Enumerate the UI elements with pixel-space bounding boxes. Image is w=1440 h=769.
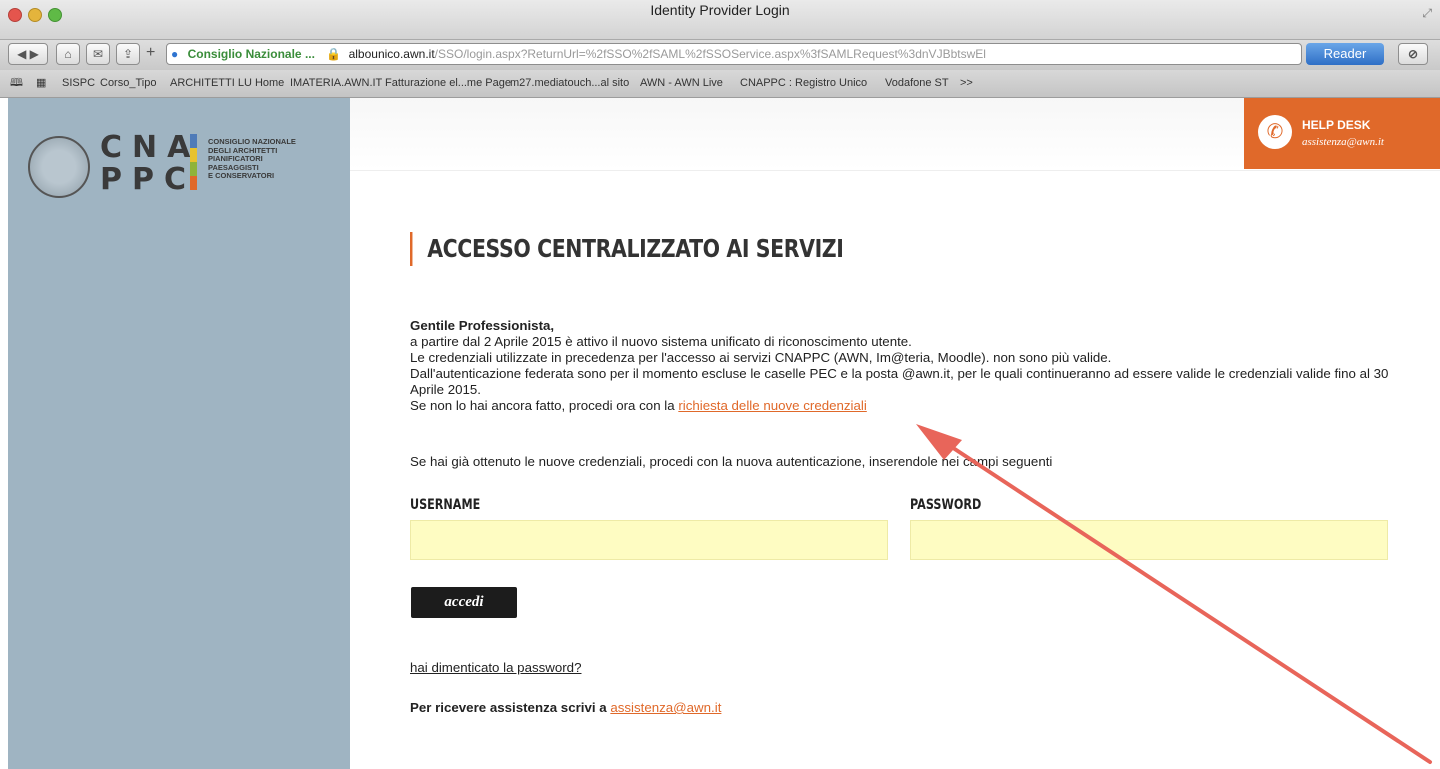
logo-color-bar (190, 162, 197, 176)
logo-letters-top: CNA (100, 130, 201, 165)
intro-text: Gentile Professionista, a partire dal 2 … (410, 318, 1420, 414)
address-bar[interactable]: ● Consiglio Nazionale ... 🔒 albounico.aw… (166, 43, 1302, 65)
window-titlebar: Identity Provider Login ⤢ (0, 0, 1440, 40)
bookmark-item[interactable]: Fatturazione el...me Page (385, 70, 511, 96)
bookmark-item[interactable]: CNAPPC : Registro Unico (740, 70, 867, 96)
bookmark-item[interactable]: IMATERIA.AWN.IT (290, 70, 382, 96)
address-host: albounico.awn.it (348, 47, 435, 61)
helpdesk-box[interactable]: ✆ HELP DESK assistenza@awn.it (1244, 98, 1440, 169)
address-path: /SSO/login.aspx?ReturnUrl=%2fSSO%2fSAML%… (434, 47, 986, 61)
logo-subtitle-line: E CONSERVATORI (208, 171, 275, 180)
reading-list-icon[interactable]: 🕮 (10, 70, 23, 96)
password-input[interactable] (910, 520, 1388, 560)
bookmark-item[interactable]: ARCHITETTI LU Home (170, 70, 284, 96)
bookmark-item[interactable]: Corso_Tipo (100, 70, 156, 96)
bookmarks-bar: 🕮 ▦ SISPC Corso_Tipo ARCHITETTI LU Home … (0, 70, 1440, 98)
italian-emblem-logo (28, 136, 90, 198)
assistance-prefix: Per ricevere assistenza scrivi a (410, 700, 611, 715)
phone-icon: ✆ (1258, 115, 1292, 149)
share-icon[interactable]: ⇪ (116, 43, 140, 65)
bookmarks-overflow[interactable]: >> (960, 70, 973, 96)
username-input[interactable] (410, 520, 888, 560)
greeting: Gentile Professionista, (410, 318, 555, 333)
bookmark-item[interactable]: AWN - AWN Live (640, 70, 723, 96)
logo-color-bar (190, 148, 197, 162)
assistance-text: Per ricevere assistenza scrivi a assiste… (410, 700, 721, 715)
home-icon[interactable]: ⌂ (56, 43, 80, 65)
logo-color-bar (190, 134, 197, 148)
password-label: PASSWORD (910, 497, 982, 513)
window-title: Identity Provider Login (650, 2, 790, 18)
intro-paragraph: Le credenziali utilizzate in precedenza … (410, 350, 1112, 365)
address-org: Consiglio Nazionale ... (187, 47, 315, 61)
helpdesk-title: HELP DESK (1302, 118, 1371, 132)
bookmark-item[interactable]: SISPC (62, 70, 95, 96)
back-forward-button[interactable]: ◀ ▶ (8, 43, 48, 65)
browser-toolbar: ◀ ▶ ⌂ ✉ ⇪ + ● Consiglio Nazionale ... 🔒 … (0, 40, 1440, 70)
sidebar: CNA PPC CONSIGLIO NAZIONALE DEGLI ARCHIT… (8, 98, 350, 769)
top-sites-icon[interactable]: ▦ (36, 70, 46, 96)
intro-paragraph: Se non lo hai ancora fatto, procedi ora … (410, 398, 1420, 414)
intro-paragraph: Dall'autenticazione federata sono per il… (410, 366, 1389, 397)
bookmark-item[interactable]: Vodafone ST (885, 70, 949, 96)
logo-subtitle: CONSIGLIO NAZIONALE DEGLI ARCHITETTI PIA… (208, 137, 348, 181)
instructions-text: Se hai già ottenuto le nuove credenziali… (410, 454, 1053, 469)
new-tab-icon[interactable]: + (146, 44, 155, 62)
lock-icon: 🔒 (326, 47, 342, 61)
globe-icon: ● (171, 47, 179, 61)
page-title: ACCESSO CENTRALIZZATO AI SERVIZI (410, 232, 844, 266)
request-credentials-link[interactable]: richiesta delle nuove credenziali (678, 398, 866, 413)
bookmark-item[interactable]: m27.mediatouch...al sito (510, 70, 629, 96)
mail-icon[interactable]: ✉ (86, 43, 110, 65)
arrow-shaft (933, 434, 1432, 764)
stop-icon[interactable]: ⊘ (1398, 43, 1428, 65)
request-prefix: Se non lo hai ancora fatto, procedi ora … (410, 398, 679, 413)
assistance-email-link[interactable]: assistenza@awn.it (610, 700, 721, 715)
logo-color-bar (190, 176, 197, 190)
logo-wordmark: CNA PPC (100, 132, 200, 196)
reader-button[interactable]: Reader (1306, 43, 1384, 65)
intro-paragraph: a partire dal 2 Aprile 2015 è attivo il … (410, 334, 912, 349)
fullscreen-icon[interactable]: ⤢ (1422, 6, 1432, 21)
username-label: USERNAME (410, 497, 481, 513)
login-button[interactable]: accedi (411, 587, 517, 618)
helpdesk-email[interactable]: assistenza@awn.it (1302, 136, 1384, 148)
forgot-password-link[interactable]: hai dimenticato la password? (410, 660, 581, 675)
logo-letters-bottom: PPC (100, 162, 196, 197)
